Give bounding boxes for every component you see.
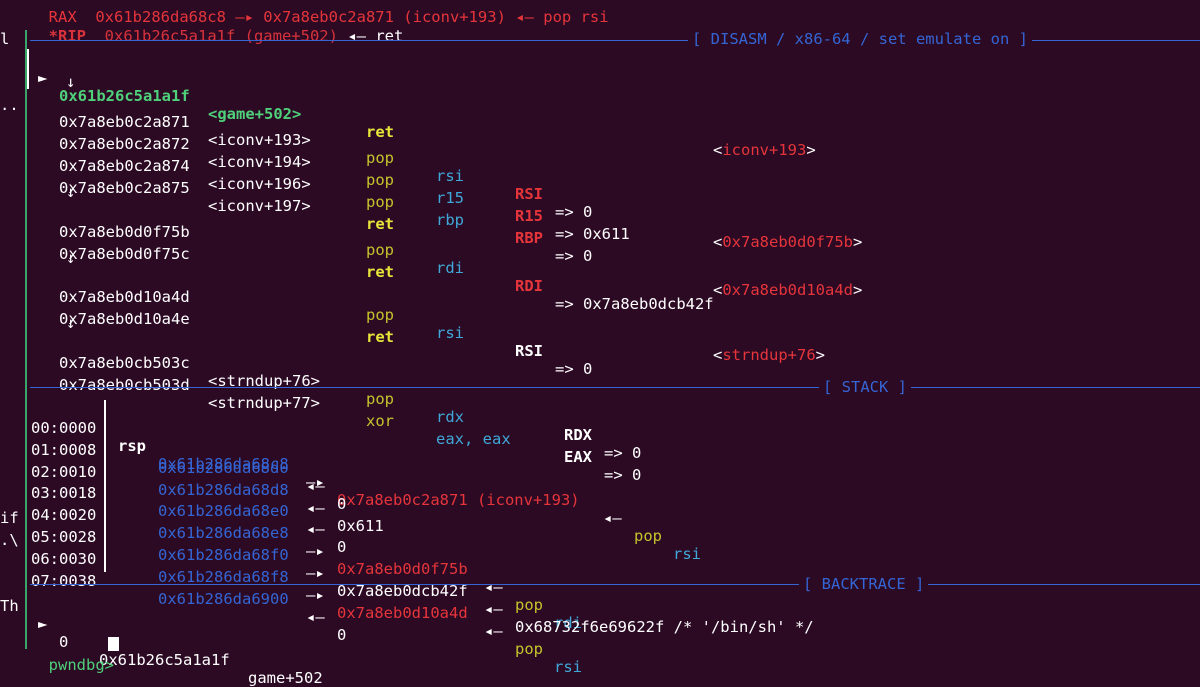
backtrace-separator bbox=[30, 584, 1200, 585]
backtrace-row[interactable]: ► 0 0x61b26c5a1a1f game+502 bbox=[0, 597, 1200, 687]
disasm-row[interactable]: 0x7a8eb0c2a871 <iconv+193> pop rsi RSI =… bbox=[0, 95, 1200, 221]
disasm-header: [ DISASM / x86-64 / set emulate on ] bbox=[688, 30, 1032, 48]
disasm-row[interactable]: 0x7a8eb0d10a4d pop rsi RSI => 0 bbox=[0, 270, 1200, 378]
disasm-row[interactable]: 0x7a8eb0c2a875 <iconv+197> ret <0x7a8eb0… bbox=[0, 161, 1200, 251]
stack-value: 0 bbox=[337, 626, 347, 644]
stack-header: [ STACK ] bbox=[819, 378, 911, 396]
disasm-row[interactable]: 0x7a8eb0c2a872 <iconv+194> pop r15 R15 =… bbox=[0, 117, 1200, 243]
disasm-row[interactable]: 0x7a8eb0d10a4e ret <strndup+76> bbox=[0, 292, 1200, 364]
stack-insn: pop bbox=[515, 640, 543, 658]
stack-index: 07:0038 bbox=[31, 572, 97, 590]
backtrace-addr: 0x61b26c5a1a1f bbox=[99, 651, 230, 669]
disasm-reg: RSI bbox=[515, 185, 543, 203]
stack-row[interactable]: 05:0028 0x61b286da68f0 —▸ 0x7a8eb0dcb42f… bbox=[0, 510, 1200, 636]
disasm-row[interactable]: 0x7a8eb0c2a874 <iconv+196> pop rbp RBP =… bbox=[0, 139, 1200, 265]
disasm-addr: 0x7a8eb0cb503d bbox=[59, 376, 190, 394]
disasm-val: => 0 bbox=[555, 247, 593, 265]
left-fragment: l bbox=[0, 30, 10, 48]
stack-row[interactable]: 01:0008 0x61b286da68d0 ◂— 0 bbox=[0, 423, 1200, 513]
stack-arrow-icon: ◂— bbox=[484, 622, 503, 640]
disasm-addr: 0x7a8eb0d10a4e bbox=[59, 310, 190, 328]
disasm-row[interactable]: 0x7a8eb0cb503c <strndup+76> pop rdx RDX … bbox=[0, 336, 1200, 462]
stack-string-value: 0x68732f6e69622f /* '/bin/sh' */ bbox=[515, 618, 814, 636]
rip-target: ret bbox=[375, 27, 404, 45]
disasm-row[interactable]: 0x7a8eb0d0f75c ret <0x7a8eb0d10a4d> bbox=[0, 227, 1200, 299]
current-marker-icon: ► bbox=[38, 69, 48, 87]
stack-row[interactable]: 02:0010 0x61b286da68d8 ◂— 0x611 bbox=[0, 445, 1200, 535]
stack-insn-arg: rsi bbox=[554, 658, 582, 676]
stack-row[interactable]: 03:0018 0x61b286da68e0 ◂— 0 bbox=[0, 466, 1200, 556]
down-arrow-icon: ↓ bbox=[66, 249, 76, 267]
prompt-label: pwndbg> bbox=[48, 656, 114, 674]
rip-line: *RIP 0x61b26c5a1a1f (game+502) ◂— ret bbox=[30, 9, 404, 45]
disasm-row[interactable]: 0x7a8eb0d0f75b pop rdi RDI => 0x7a8eb0dc… bbox=[0, 205, 1200, 313]
stack-separator bbox=[30, 387, 1200, 388]
disasm-current-row[interactable]: ► 0x61b26c5a1a1f <game+502> ret <iconv+1… bbox=[0, 51, 1200, 159]
rip-label: *RIP bbox=[48, 27, 86, 45]
top-fragment-line: RAX 0x61b286da68c8 —▸ 0x7a8eb0c2a871 (ic… bbox=[48, 8, 609, 26]
stack-row[interactable]: 00:0000 rsp 0x61b286da68c8 —▸ 0x7a8eb0c2… bbox=[0, 401, 1200, 563]
disasm-row[interactable]: 0x7a8eb0cb503d <strndup+77> xor eax, eax… bbox=[0, 358, 1200, 484]
disasm-addr: 0x7a8eb0d0f75c bbox=[59, 245, 190, 263]
current-frame-marker-icon: ► bbox=[38, 615, 48, 633]
rip-arrow: ◂— bbox=[347, 27, 366, 45]
stack-row[interactable]: 06:0030 0x61b286da68f8 —▸ 0x7a8eb0d10a4d… bbox=[0, 532, 1200, 676]
stack-row[interactable]: 07:0038 0x61b286da6900 ◂— 0 bbox=[0, 554, 1200, 644]
rip-value: 0x61b26c5a1a1f (game+502) bbox=[104, 27, 338, 45]
stack-arrow-icon: ◂— bbox=[484, 578, 503, 596]
down-arrow-icon: ↓ bbox=[66, 73, 76, 91]
backtrace-header: [ BACKTRACE ] bbox=[799, 575, 929, 593]
backtrace-sym: game+502 bbox=[248, 669, 323, 687]
disasm-addr: 0x7a8eb0c2a875 bbox=[59, 179, 190, 197]
down-arrow-icon: ↓ bbox=[66, 314, 76, 332]
gdb-prompt[interactable]: pwndbg> bbox=[30, 638, 114, 674]
down-arrow-icon: ↓ bbox=[66, 183, 76, 201]
stack-row[interactable]: 04:0020 0x61b286da68e8 —▸ 0x7a8eb0d0f75b… bbox=[0, 488, 1200, 632]
